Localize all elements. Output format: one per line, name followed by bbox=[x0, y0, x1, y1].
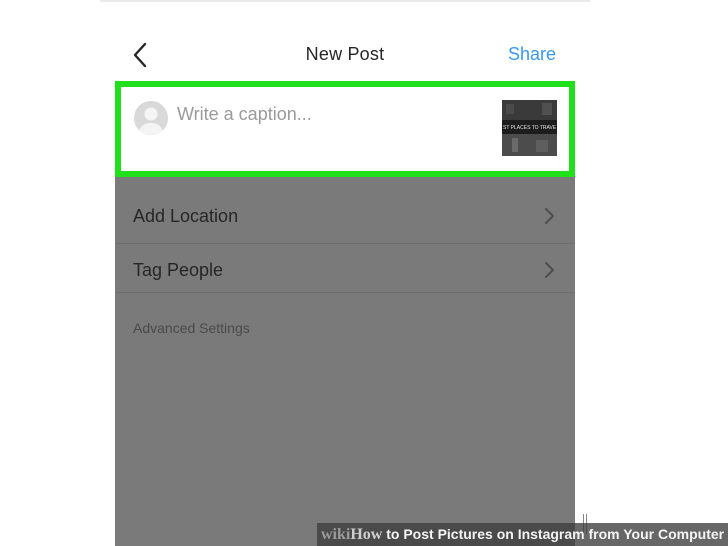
caption-input[interactable] bbox=[177, 101, 477, 127]
top-divider bbox=[100, 0, 590, 2]
new-post-screen: New Post Share Write a caption... ST PLA… bbox=[115, 28, 575, 546]
page: New Post Share Write a caption... ST PLA… bbox=[0, 0, 728, 546]
post-thumbnail[interactable]: ST PLACES TO TRAVE bbox=[502, 100, 557, 156]
chevron-right-icon bbox=[543, 261, 555, 279]
watermark-how: How bbox=[350, 526, 383, 543]
thumbnail-text: ST PLACES TO TRAVE bbox=[503, 125, 557, 131]
wikihow-watermark: wikiHow to Post Pictures on Instagram fr… bbox=[317, 523, 728, 546]
advanced-settings-link[interactable]: Advanced Settings bbox=[133, 320, 250, 336]
page-title: New Post bbox=[305, 44, 385, 64]
post-options-list: Add Location Tag People Advanced Setting… bbox=[115, 177, 575, 336]
add-location-row[interactable]: Add Location bbox=[115, 177, 575, 244]
chevron-right-icon bbox=[543, 207, 555, 225]
header-bar: New Post Share bbox=[115, 28, 575, 83]
photo-thumbnail-image: ST PLACES TO TRAVE bbox=[502, 100, 557, 156]
watermark-wiki: wiki bbox=[321, 526, 351, 543]
add-location-label: Add Location bbox=[133, 206, 239, 226]
caption-panel: ST PLACES TO TRAVE bbox=[115, 81, 575, 177]
tag-people-row[interactable]: Tag People bbox=[115, 244, 575, 293]
default-avatar-icon bbox=[134, 101, 168, 135]
share-button[interactable]: Share bbox=[508, 44, 556, 65]
watermark-title: to Post Pictures on Instagram from Your … bbox=[382, 526, 725, 542]
avatar bbox=[134, 101, 168, 135]
tag-people-label: Tag People bbox=[133, 260, 224, 280]
